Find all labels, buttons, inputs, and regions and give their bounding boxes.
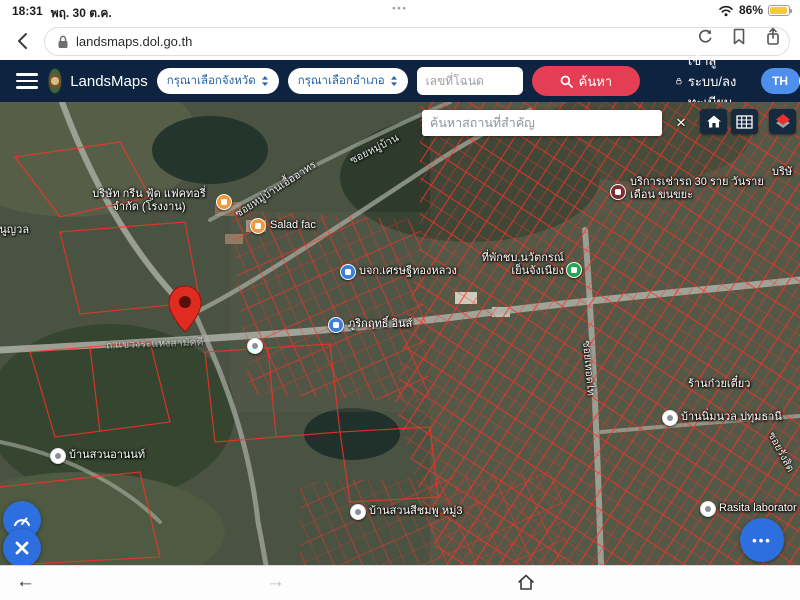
search-button[interactable]: ค้นหา (532, 66, 640, 96)
measure-tools-fab[interactable] (3, 529, 41, 565)
padlock-icon (57, 35, 69, 49)
battery-percent: 86% (739, 3, 763, 17)
place-poi-icon[interactable] (662, 410, 678, 426)
bottom-toolbar: ← → 3 (0, 565, 800, 600)
nav-forward-button[interactable]: → (266, 571, 285, 593)
house-icon (706, 114, 722, 129)
magnifier-icon (560, 75, 573, 88)
ellipsis-icon: ••• (752, 533, 772, 548)
more-options-fab[interactable]: ••• (740, 518, 784, 562)
map-label: บริษัท กรีน ฟู้ด แฟคทอรี่ จำกัด (โรงงาน) (84, 188, 214, 214)
handoff-dots-icon: ••• (0, 3, 800, 13)
updown-chevron-icon (261, 75, 269, 87)
landsmaps-header: LandsMaps กรุณาเลือกจังหวัด กรุณาเลือกอำ… (0, 60, 800, 102)
deed-number-input[interactable] (417, 67, 523, 95)
status-bar: 18:31 พฤ. 30 ต.ค. ••• 86% (0, 0, 800, 22)
business-poi-icon[interactable] (328, 317, 344, 333)
place-poi-icon[interactable] (247, 338, 263, 354)
place-search-input[interactable] (422, 110, 662, 136)
battery-icon (768, 5, 790, 16)
map-label: Salad fac (270, 219, 316, 232)
map-label: บ้านสวนสีชมพู หมู่3 (369, 505, 462, 518)
lodging-poi-icon[interactable] (566, 262, 582, 278)
place-poi-icon[interactable] (50, 448, 66, 464)
place-poi-icon[interactable] (700, 501, 716, 517)
map-label: ภูริกฤทธิ์ อินส์ (348, 318, 412, 331)
map-label: ร้านก๋วยเตี๋ยว (688, 378, 750, 391)
map-label: มนูญวล (0, 224, 29, 237)
nav-back-button[interactable]: ← (16, 571, 35, 593)
province-select-label: กรุณาเลือกจังหวัด (167, 72, 256, 90)
home-extent-button[interactable] (700, 109, 727, 134)
grid-button[interactable] (731, 109, 758, 134)
map-label: Rasita laborator (719, 502, 797, 515)
lang-th-button[interactable]: TH (761, 68, 799, 94)
layers-icon (774, 113, 792, 130)
crossed-tools-icon (13, 539, 31, 557)
reload-icon[interactable] (692, 24, 718, 50)
restaurant-poi-icon[interactable] (216, 194, 232, 210)
dol-logo (48, 68, 62, 94)
share-icon[interactable] (760, 24, 786, 50)
place-poi-icon[interactable] (350, 504, 366, 520)
satellite-imagery (0, 102, 800, 565)
service-poi-icon[interactable] (610, 184, 626, 200)
map-label: บริษั (772, 166, 792, 179)
browser-back-button[interactable] (10, 29, 34, 53)
search-button-label: ค้นหา (579, 71, 612, 92)
map-label: ที่พักชบ.นวัตกรณ์เย็นจังเนียง (476, 252, 564, 278)
layers-button[interactable] (769, 109, 796, 134)
menu-icon[interactable] (16, 69, 38, 93)
map-label: บจก.เศรษฐีทองหลวง (359, 265, 457, 278)
close-icon[interactable]: × (670, 110, 692, 136)
grid-icon (736, 115, 753, 129)
gauge-icon (12, 511, 32, 529)
ipad-screen: 18:31 พฤ. 30 ต.ค. ••• 86% landsmaps.dol.… (0, 0, 800, 600)
home-button[interactable] (516, 573, 536, 597)
district-select[interactable]: กรุณาเลือกอำเภอ (288, 68, 408, 94)
lock-icon (676, 74, 682, 88)
map-label: บ้านนิ่มนวล ปทุมธานี (681, 411, 782, 424)
home-icon (516, 573, 536, 592)
bookmark-icon[interactable] (726, 24, 752, 50)
business-poi-icon[interactable] (340, 264, 356, 280)
wifi-icon (718, 4, 734, 17)
district-select-label: กรุณาเลือกอำเภอ (298, 72, 385, 90)
map-label: บริการเช่ารถ 30 ราย วันรายเดือน ขนขยะ (630, 176, 772, 202)
province-select[interactable]: กรุณาเลือกจังหวัด (157, 68, 279, 94)
location-pin-icon[interactable] (167, 284, 203, 339)
url-text: landsmaps.dol.go.th (76, 34, 192, 49)
brand-title: LandsMaps (70, 73, 148, 90)
updown-chevron-icon (390, 75, 398, 87)
restaurant-poi-icon[interactable] (250, 218, 266, 234)
language-toggle: TH EN (761, 68, 800, 94)
map-label: บ้านสวนอานนท์ (69, 449, 145, 462)
map-canvas[interactable]: บริษัท กรีน ฟู้ด แฟคทอรี่ จำกัด (โรงงาน)… (0, 102, 800, 565)
